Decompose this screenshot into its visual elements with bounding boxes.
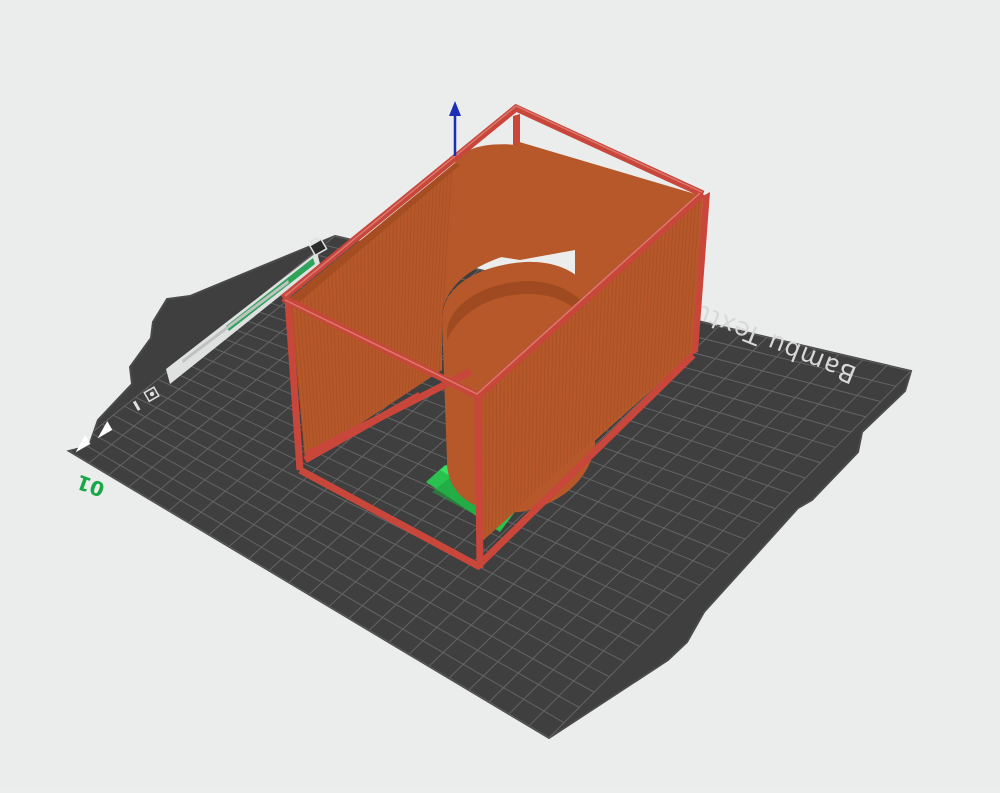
3d-viewport[interactable]: plate Bambu Textur 01 [0,0,1000,789]
z-axis-arrow [449,101,461,156]
plate-number: 01 [73,470,107,502]
scene-canvas[interactable]: plate Bambu Textur 01 [0,0,1000,789]
filament-line [489,386,490,533]
